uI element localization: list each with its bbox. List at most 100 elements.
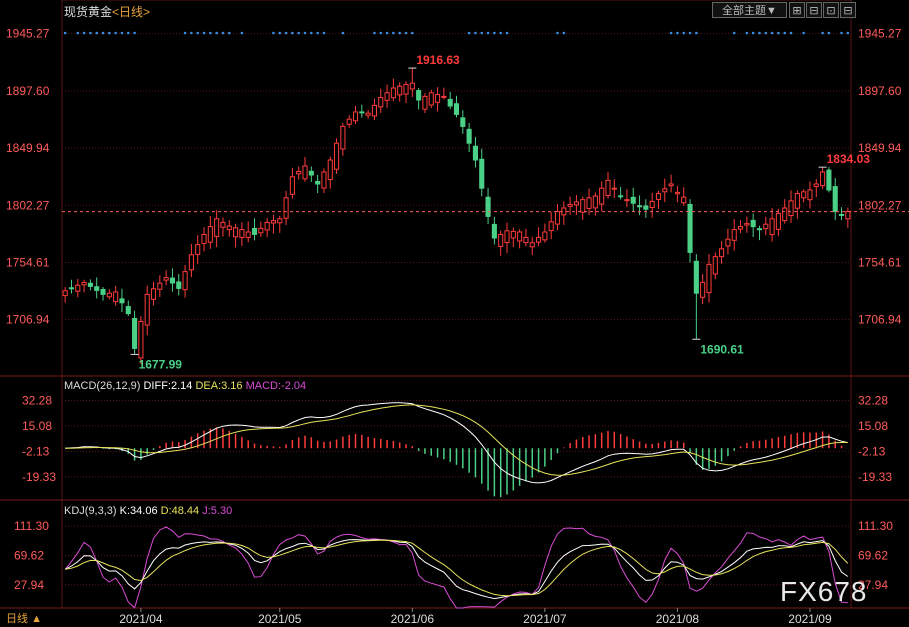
macd-axis-right-label: 15.08 <box>858 419 888 433</box>
candle-body <box>68 287 75 290</box>
kdj-k-line <box>64 539 849 600</box>
collapse-button[interactable]: ⊟ <box>840 2 856 18</box>
period-label[interactable]: 日线 <box>119 5 143 19</box>
signal-dot <box>316 31 319 35</box>
candle-body <box>340 125 346 150</box>
signal-dot <box>404 31 408 35</box>
signal-dot <box>114 31 117 35</box>
signal-dot <box>480 31 484 35</box>
signal-dot <box>284 31 288 35</box>
candle-body <box>371 104 377 117</box>
candle-body <box>144 293 150 326</box>
candle-body <box>510 230 516 239</box>
zoom-out-button[interactable]: ⊟ <box>806 2 822 18</box>
candle-body <box>479 158 485 189</box>
signal-dot <box>392 31 395 35</box>
candle-body <box>157 282 163 290</box>
candle-body <box>693 260 699 294</box>
price-axis-right-label: 1706.94 <box>858 313 902 327</box>
candle-body <box>150 288 157 300</box>
kdj-axis-left-label: 27.94 <box>14 578 44 592</box>
price-axis-left-label: 1754.61 <box>6 255 50 269</box>
zoom-out-icon: ⊟ <box>809 5 819 17</box>
candle-body <box>719 248 725 258</box>
signal-dot <box>802 31 805 35</box>
candle-body <box>100 288 106 295</box>
reset-view-button[interactable]: ⊡ <box>823 2 839 18</box>
macd-params: MACD(26,12,9) <box>64 380 141 392</box>
signal-dot <box>505 31 509 35</box>
candle-body <box>744 223 750 226</box>
candle-body <box>258 227 264 234</box>
theme-dropdown-label: 全部主题 <box>722 5 767 17</box>
signal-dot <box>303 31 307 35</box>
signal-dot <box>133 31 136 35</box>
candle-body <box>233 227 239 238</box>
watermark-logo: FX678 <box>780 576 868 607</box>
macd-axis-right-label: 32.28 <box>858 393 888 407</box>
candle-body <box>668 183 674 187</box>
candle-body <box>81 281 87 286</box>
close-bracket: > <box>143 5 151 19</box>
candle-body <box>264 221 270 231</box>
signal-dot <box>562 31 566 35</box>
extreme-price-label: 1690.61 <box>700 342 744 356</box>
candle-body <box>441 95 447 98</box>
candle-body <box>592 195 598 209</box>
candle-body <box>397 85 403 96</box>
candle-body <box>119 298 125 304</box>
macd-dea-value: DEA:3.16 <box>195 380 243 392</box>
signal-dot <box>789 31 793 35</box>
candle-body <box>226 225 232 231</box>
theme-dropdown[interactable]: 全部主题▼ <box>712 2 787 18</box>
candle-body <box>106 292 112 298</box>
candle-body <box>239 229 245 238</box>
signal-dot <box>493 31 496 35</box>
signal-dot <box>190 31 193 35</box>
signal-dot <box>221 31 225 35</box>
candle-body <box>346 118 352 125</box>
candle-body <box>245 231 251 238</box>
signal-dot <box>379 31 383 35</box>
candle-body <box>169 277 176 284</box>
candle-body <box>403 83 409 95</box>
signal-dot <box>732 31 736 35</box>
candle-body <box>113 291 119 303</box>
candle-body <box>832 186 838 213</box>
candle-body <box>132 317 138 349</box>
x-axis-label: 2021/05 <box>258 612 302 626</box>
candle-body <box>542 231 548 241</box>
macd-axis-left-label: 15.08 <box>22 419 52 433</box>
candle-body <box>813 183 819 187</box>
signal-dot <box>108 31 111 35</box>
period-tab[interactable]: 日线 ▲ <box>0 611 48 627</box>
candle-body <box>302 165 308 180</box>
candle-body <box>334 142 340 170</box>
signal-dot <box>688 31 692 35</box>
candle-body <box>611 187 617 190</box>
candle-body <box>195 244 201 255</box>
candle-body <box>472 145 478 161</box>
candle-body <box>636 205 643 208</box>
macd-axis-left-label: 32.28 <box>22 393 52 407</box>
price-axis-left-label: 1849.94 <box>6 141 50 155</box>
signal-dot <box>474 31 477 35</box>
kdj-d-value: D:48.44 <box>160 505 200 517</box>
x-axis-label: 2021/07 <box>523 612 567 626</box>
candle-body <box>750 219 756 228</box>
candle-body <box>801 191 807 199</box>
macd-diff-value: DIFF:2.14 <box>143 380 193 392</box>
candle-body <box>460 117 466 127</box>
zoom-in-button[interactable]: ⊞ <box>789 2 805 18</box>
macd-diff-line <box>65 402 848 484</box>
signal-dot <box>310 31 313 35</box>
signal-dot <box>196 31 200 35</box>
candle-body <box>428 92 434 106</box>
signal-dot <box>758 31 761 35</box>
candle-body <box>554 211 561 225</box>
signal-dot <box>341 31 345 35</box>
candle-body <box>182 271 188 291</box>
signal-dot <box>695 31 698 35</box>
macd-axis-left-label: -19.33 <box>22 470 56 484</box>
candle-body <box>725 238 731 247</box>
